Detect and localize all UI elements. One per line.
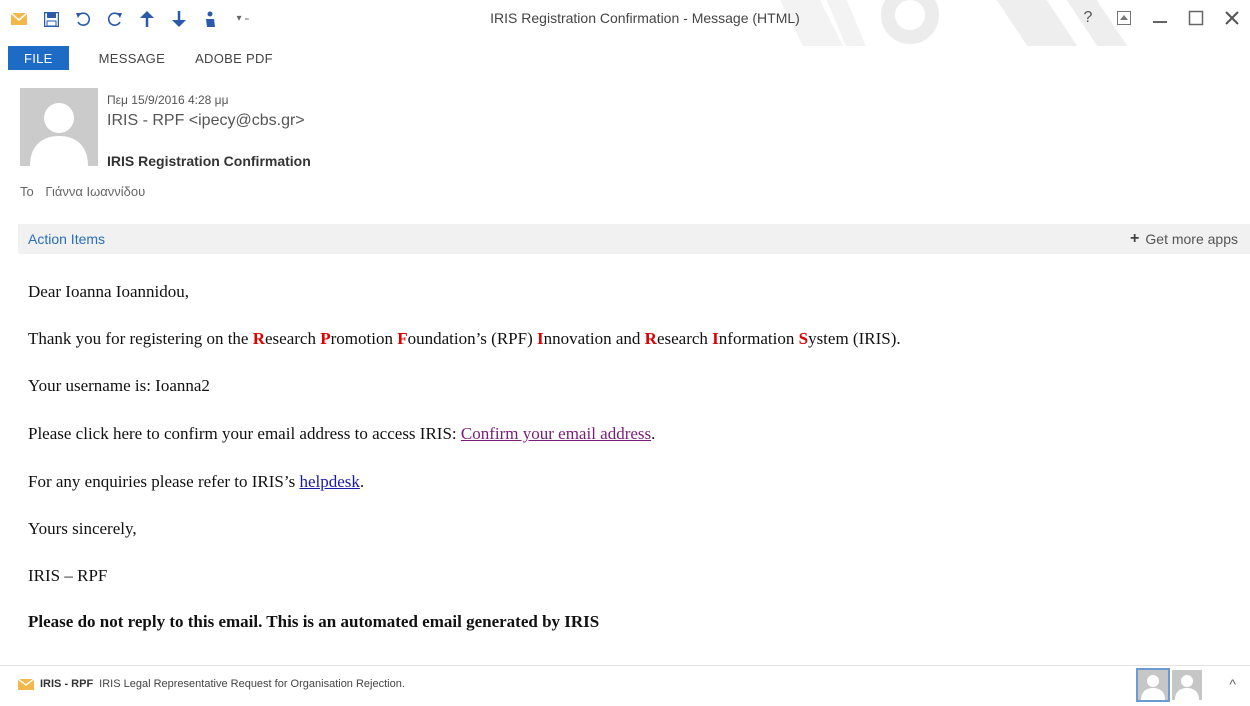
action-items-bar: Action Items + Get more apps <box>18 224 1250 254</box>
thanks-text: oundation’s (RPF) <box>407 329 537 348</box>
envelope-icon <box>17 677 35 690</box>
tab-file[interactable]: FILE <box>8 46 69 70</box>
message-date: Πεμ 15/9/2016 4:28 μμ <box>107 93 229 107</box>
acronym-letter: R <box>252 329 265 348</box>
close-icon[interactable] <box>1222 8 1242 28</box>
greeting: Dear Ioanna Ioannidou, <box>28 282 189 301</box>
thanks-text: ystem (IRIS). <box>808 329 901 348</box>
username-line: Your username is: Ioanna2 <box>28 376 210 395</box>
closing-line: Yours sincerely, <box>28 519 137 538</box>
tab-adobe-pdf[interactable]: ADOBE PDF <box>183 46 285 70</box>
people-pane-divider <box>0 665 1250 666</box>
plus-icon: + <box>1130 230 1140 247</box>
tab-message[interactable]: MESSAGE <box>87 46 177 70</box>
enquiries-paragraph: For any enquiries please refer to IRIS’s… <box>28 472 364 492</box>
thanks-text: esearch <box>656 329 713 348</box>
confirm-email-link[interactable]: Confirm your email address <box>461 424 651 443</box>
confirm-paragraph: Please click here to confirm your email … <box>28 424 655 444</box>
confirm-suffix: . <box>651 424 656 443</box>
people-pane-sender: IRIS - RPF <box>40 678 94 690</box>
sender-address[interactable]: IRIS - RPF <ipecy@cbs.gr> <box>107 112 305 130</box>
ribbon-display-options-icon[interactable] <box>1114 8 1134 28</box>
window-controls: ? <box>1078 8 1242 28</box>
thanks-text: esearch <box>265 329 321 348</box>
helpdesk-link[interactable]: helpdesk <box>299 472 359 491</box>
people-pane-summary[interactable]: IRIS - RPF IRIS Legal Representative Req… <box>17 677 405 690</box>
people-pane-avatars <box>1136 668 1202 702</box>
ribbon-tabs: FILE MESSAGE ADOBE PDF <box>0 46 1250 70</box>
person-silhouette-icon <box>20 88 98 166</box>
thanks-text: romotion <box>330 329 398 348</box>
acronym-letter: R <box>644 329 657 348</box>
thanks-text: nformation <box>718 329 799 348</box>
help-icon[interactable]: ? <box>1078 8 1098 28</box>
acronym-letter: I <box>712 329 719 348</box>
thanks-paragraph: Thank you for registering on the Researc… <box>28 329 901 349</box>
chevron-up-icon[interactable]: ^ <box>1229 676 1236 692</box>
title-bar: ▾ ₌ IRIS Registration Confirmation - Mes… <box>0 0 1250 46</box>
confirm-text: Please click here to confirm your email … <box>28 424 461 443</box>
enquiries-text: For any enquiries please refer to IRIS’s <box>28 472 300 491</box>
message-subject: IRIS Registration Confirmation <box>107 153 311 169</box>
acronym-letter: I <box>537 329 544 348</box>
recipient-row: To Γιάννα Ιωαννίδου <box>20 184 145 199</box>
automated-notice: Please do not reply to this email. This … <box>28 612 600 631</box>
person-silhouette-icon <box>1172 670 1202 700</box>
acronym-letter: S <box>798 329 809 348</box>
get-more-apps-label: Get more apps <box>1145 231 1238 247</box>
enquiries-suffix: . <box>359 472 365 491</box>
maximize-icon[interactable] <box>1186 8 1206 28</box>
acronym-letter: F <box>397 329 408 348</box>
acronym-letter: P <box>320 329 331 348</box>
sender-avatar[interactable] <box>20 88 98 166</box>
window-title: IRIS Registration Confirmation - Message… <box>490 10 800 26</box>
minimize-icon[interactable] <box>1150 8 1170 28</box>
contact-avatar[interactable] <box>1172 670 1202 700</box>
recipient-name[interactable]: Γιάννα Ιωαννίδου <box>45 184 145 199</box>
thanks-text: Thank you for registering on the <box>28 329 253 348</box>
people-pane-subject: IRIS Legal Representative Request for Or… <box>99 678 405 690</box>
person-silhouette-icon <box>1138 670 1168 700</box>
action-items-link[interactable]: Action Items <box>28 231 105 247</box>
get-more-apps-button[interactable]: + Get more apps <box>1130 230 1238 248</box>
contact-avatar[interactable] <box>1136 668 1170 702</box>
thanks-text: nnovation and <box>543 329 645 348</box>
to-label: To <box>20 184 34 199</box>
signature-line: IRIS – RPF <box>28 566 108 585</box>
